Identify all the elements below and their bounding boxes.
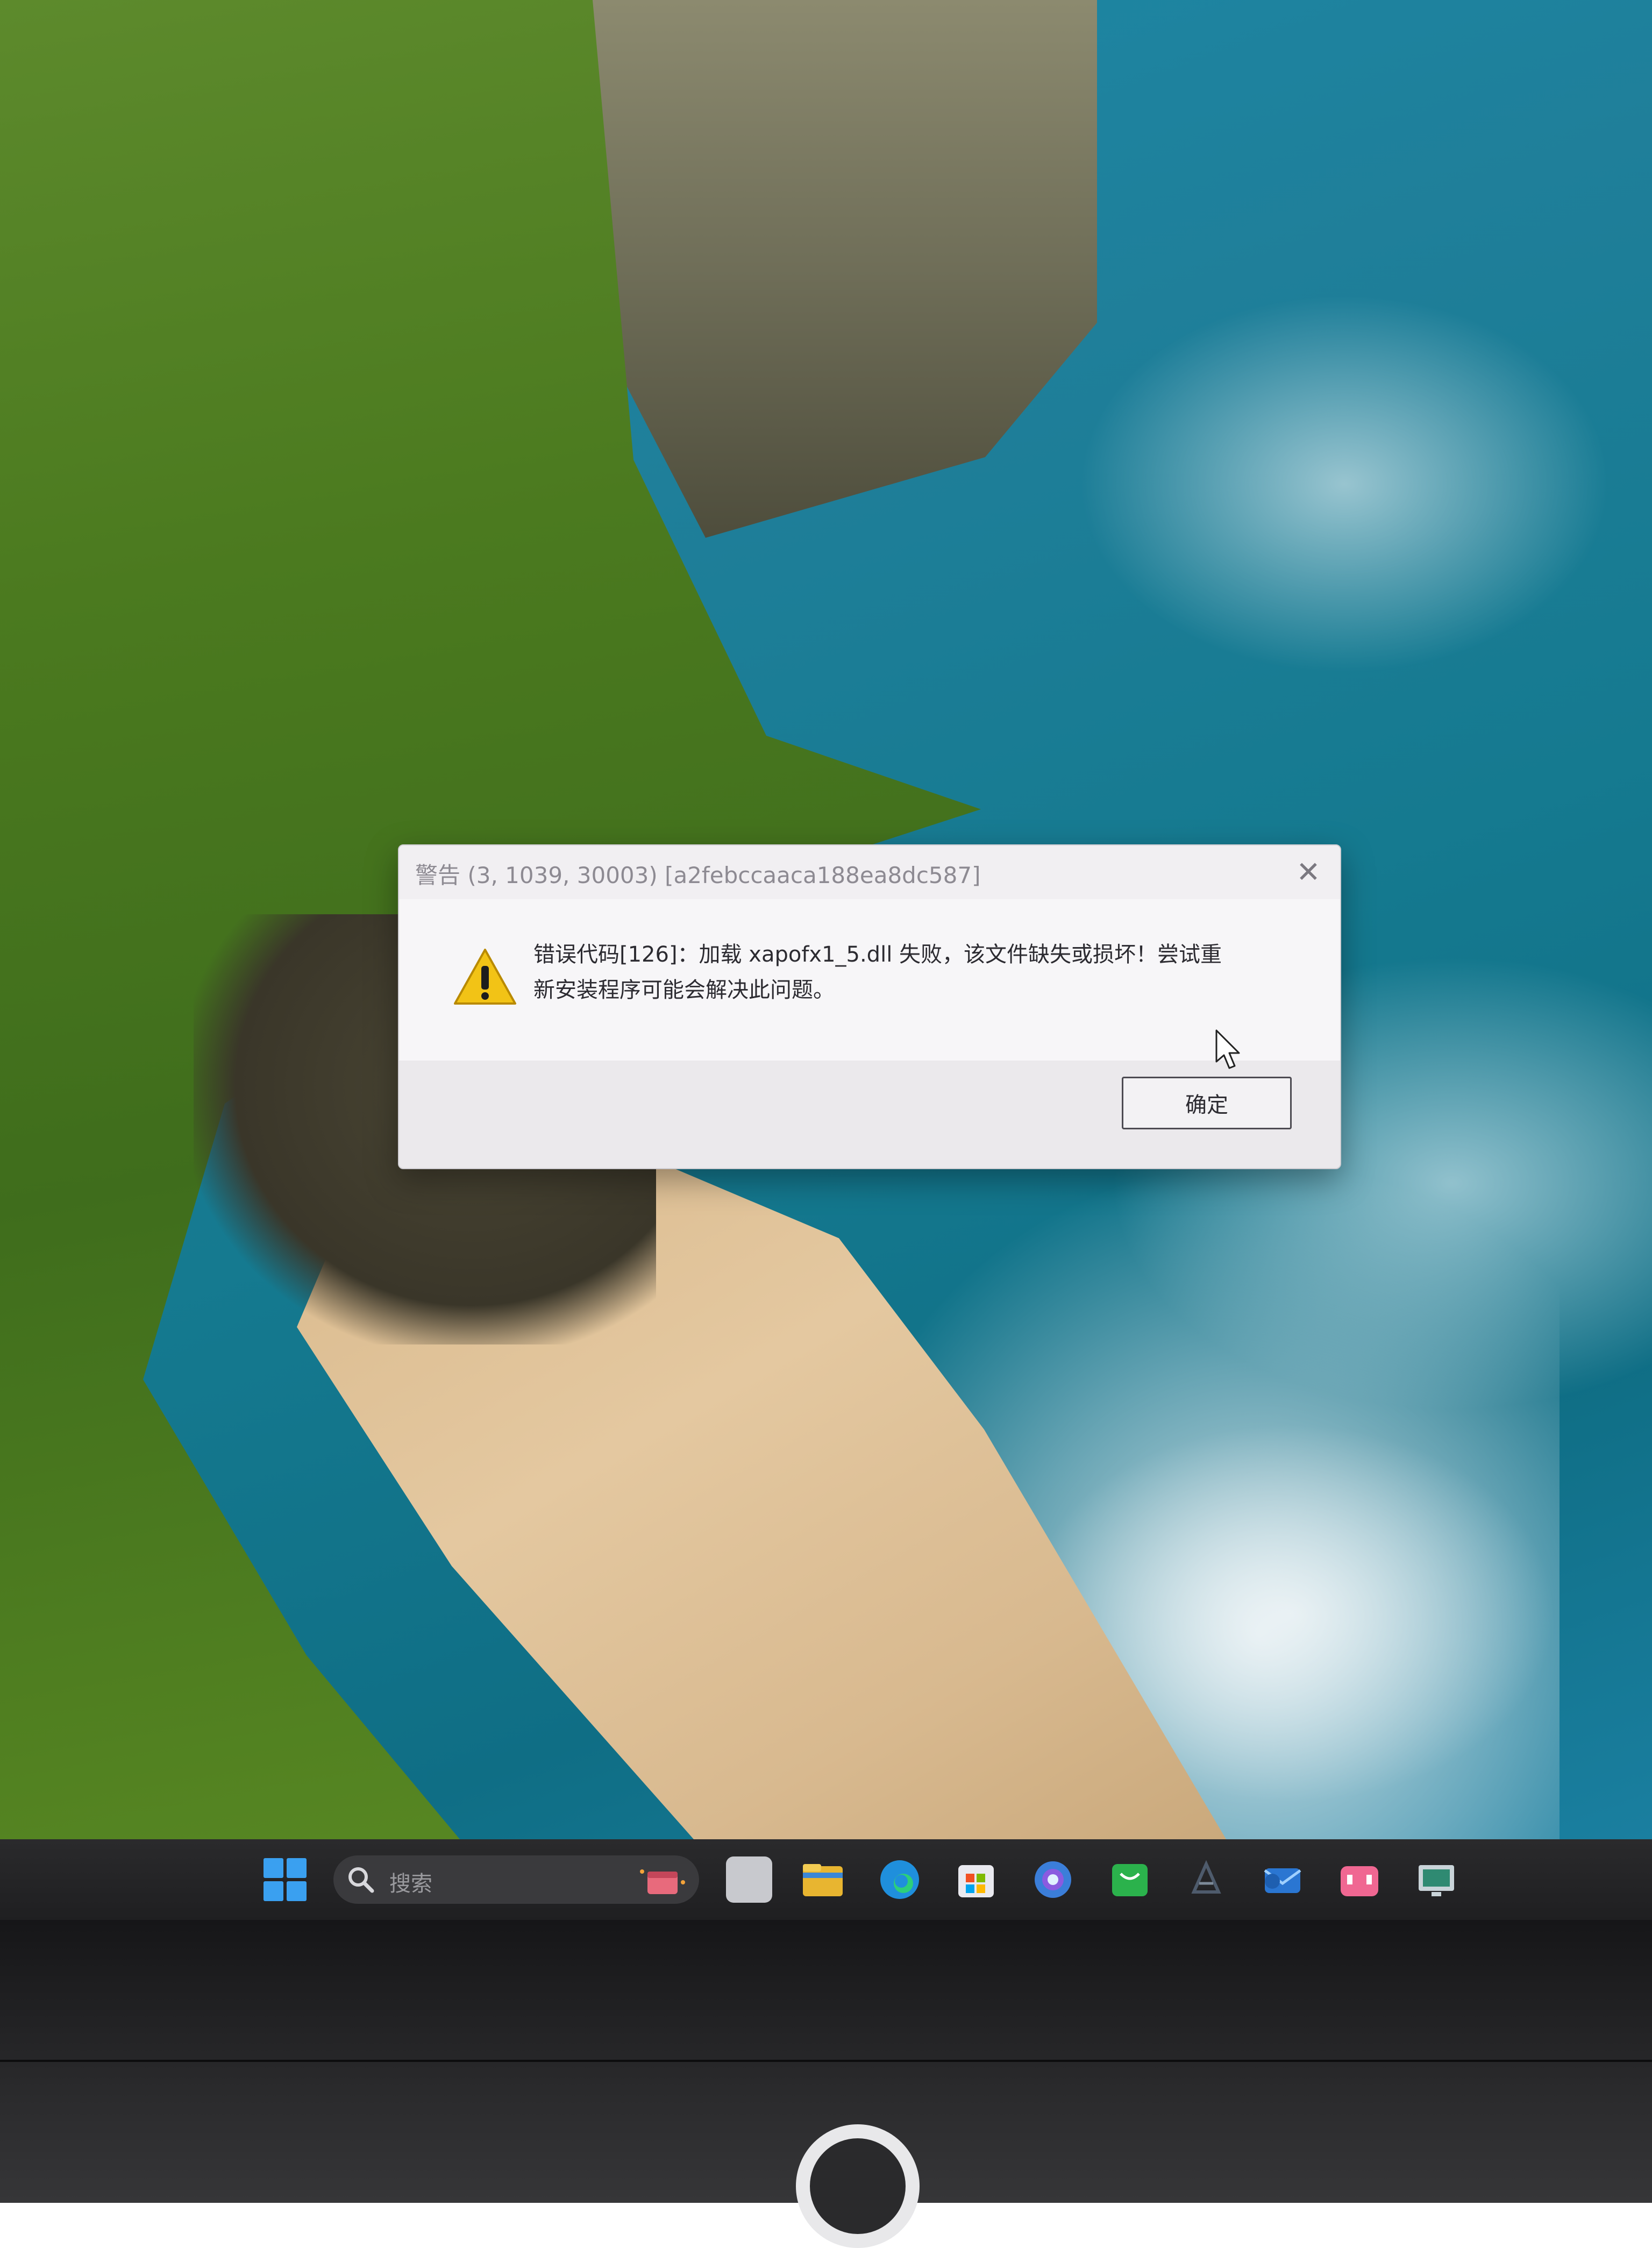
power-button-icon	[796, 2124, 920, 2248]
windows-logo-pane	[264, 1881, 283, 1901]
dialog-title: 警告 (3, 1039, 30003) [a2febccaaca188ea8dc…	[415, 862, 981, 888]
dialog-message-line1: 错误代码[126]：加载 xapofx1_5.dll 失败，该文件缺失或损坏！尝…	[533, 942, 1222, 967]
taskbar: 搜索	[0, 1839, 1652, 1920]
monitor-stand-edge	[0, 2060, 1652, 2062]
windows-logo-pane	[287, 1881, 307, 1901]
mail-icon[interactable]	[1259, 1856, 1306, 1903]
dialog-footer: 确定	[399, 1061, 1340, 1168]
close-icon: ✕	[1296, 855, 1321, 889]
dialog-body: 错误代码[126]：加载 xapofx1_5.dll 失败，该文件缺失或损坏！尝…	[399, 899, 1340, 1061]
taskbar-search-box[interactable]: 搜索	[333, 1855, 699, 1904]
screen: 警告 (3, 1039, 30003) [a2febccaaca188ea8dc…	[0, 0, 1652, 1839]
dialog-message-line2: 新安装程序可能会解决此问题。	[533, 978, 835, 1002]
mouse-cursor-icon	[1215, 1029, 1240, 1069]
warning-icon	[454, 949, 516, 1005]
remote-desktop-icon[interactable]	[1413, 1856, 1459, 1903]
search-icon	[348, 1867, 374, 1893]
wechat-icon[interactable]	[1107, 1856, 1153, 1903]
windows-logo-pane	[287, 1858, 307, 1878]
dialog-titlebar[interactable]: 警告 (3, 1039, 30003) [a2febccaaca188ea8dc…	[399, 845, 1340, 899]
start-button[interactable]	[264, 1858, 307, 1901]
ok-button[interactable]: 确定	[1122, 1077, 1292, 1129]
microsoft-store-icon[interactable]	[953, 1856, 999, 1903]
file-explorer-icon[interactable]	[800, 1856, 846, 1903]
task-view-icon[interactable]	[726, 1856, 772, 1903]
dialog-message: 错误代码[126]：加载 xapofx1_5.dll 失败，该文件缺失或损坏！尝…	[533, 937, 1286, 1008]
close-button[interactable]: ✕	[1290, 853, 1327, 891]
windows-logo-pane	[264, 1858, 283, 1878]
steam-icon[interactable]	[1183, 1856, 1229, 1903]
warning-dialog: 警告 (3, 1039, 30003) [a2febccaaca188ea8dc…	[398, 844, 1341, 1169]
search-placeholder: 搜索	[389, 1872, 432, 1896]
bilibili-icon[interactable]	[1336, 1856, 1383, 1903]
search-highlight-icon	[640, 1869, 685, 1894]
edge-browser-icon[interactable]	[877, 1856, 923, 1903]
copilot-icon[interactable]	[1030, 1856, 1076, 1903]
